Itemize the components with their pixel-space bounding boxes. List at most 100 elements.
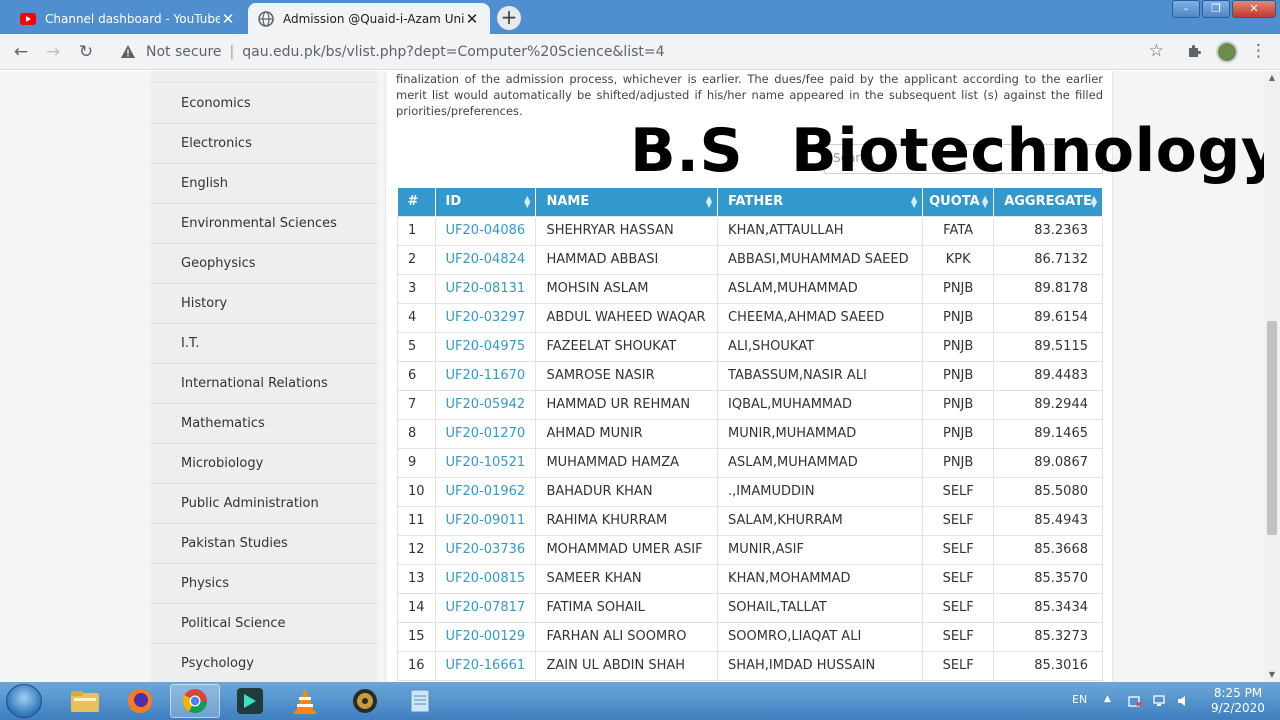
- applicant-id-link[interactable]: UF20-04086: [446, 223, 526, 238]
- table-row: 11 UF20-09011 RAHIMA KHURRAM SALAM,KHURRAM S…: [397, 505, 1103, 536]
- applicant-id-link[interactable]: UF20-00815: [446, 571, 526, 586]
- column-header-father[interactable]: FATHER ▲ ▼: [717, 188, 924, 216]
- applicant-id-link[interactable]: UF20-01962: [446, 484, 526, 499]
- applicant-id-link[interactable]: UF20-10521: [446, 455, 526, 470]
- column-header-id[interactable]: ID ▲ ▼: [435, 188, 537, 216]
- applicant-id-link[interactable]: UF20-04975: [446, 339, 526, 354]
- applicant-id-link[interactable]: UF20-03297: [446, 310, 526, 325]
- vlc-icon[interactable]: [280, 684, 330, 718]
- cell-quota: FATA: [922, 215, 995, 246]
- scroll-up-arrow-icon[interactable]: ▲: [1264, 71, 1280, 85]
- page-viewport: Economics Electronics English Environmen…: [0, 71, 1264, 682]
- tab-admission[interactable]: Admission @Quaid-i-Azam University ✕: [248, 3, 490, 34]
- cell-quota: SELF: [922, 534, 995, 565]
- header-label: QUOTA: [929, 194, 980, 210]
- warning-icon[interactable]: [120, 44, 136, 60]
- applicant-id-link[interactable]: UF20-00129: [446, 629, 526, 644]
- sidebar-item-physics[interactable]: Physics: [151, 564, 377, 604]
- cell-applicant-id[interactable]: UF20-09011: [434, 505, 537, 536]
- sidebar-item-history[interactable]: History: [151, 284, 377, 324]
- file-explorer-icon[interactable]: [60, 684, 110, 718]
- maximize-button[interactable]: ❐: [1202, 0, 1230, 18]
- browser-menu-icon[interactable]: ⋮: [1250, 41, 1267, 63]
- sidebar-item-psychology[interactable]: Psychology: [151, 644, 377, 682]
- language-indicator[interactable]: EN: [1072, 693, 1087, 706]
- applicant-id-link[interactable]: UF20-07817: [446, 600, 526, 615]
- action-center-icon[interactable]: [1128, 694, 1142, 708]
- column-header-quota[interactable]: QUOTA ▲ ▼: [922, 188, 995, 216]
- sidebar-item-mathematics[interactable]: Mathematics: [151, 404, 377, 444]
- volume-icon[interactable]: [1176, 694, 1190, 708]
- filmora-icon[interactable]: [225, 684, 275, 718]
- cell-row-number: 3: [397, 273, 436, 304]
- cell-applicant-id[interactable]: UF20-07817: [434, 592, 537, 623]
- address-bar[interactable]: Not secure | qau.edu.pk/bs/vlist.php?dep…: [108, 38, 1176, 66]
- column-header-name[interactable]: NAME ▲ ▼: [535, 188, 719, 216]
- cell-applicant-id[interactable]: UF20-01270: [434, 418, 537, 449]
- firefox-icon[interactable]: [115, 684, 165, 718]
- applicant-id-link[interactable]: UF20-05942: [446, 397, 526, 412]
- tab-youtube-studio[interactable]: Channel dashboard - YouTube Studio ✕: [10, 3, 246, 34]
- bookmark-star-icon[interactable]: ☆: [1149, 41, 1164, 61]
- cell-applicant-id[interactable]: UF20-00815: [434, 563, 537, 594]
- applicant-id-link[interactable]: UF20-09011: [446, 513, 526, 528]
- browser-tabstrip: Channel dashboard - YouTube Studio ✕ Adm…: [0, 0, 1280, 34]
- applicant-id-link[interactable]: UF20-11670: [446, 368, 526, 383]
- chrome-icon[interactable]: [170, 684, 220, 718]
- cell-father-name: KHAN,MOHAMMAD: [717, 563, 924, 594]
- cell-applicant-id[interactable]: UF20-04824: [434, 244, 537, 275]
- reload-icon[interactable]: ↻: [75, 41, 97, 63]
- minimize-button[interactable]: –: [1172, 0, 1200, 18]
- cell-applicant-id[interactable]: UF20-04975: [434, 331, 537, 362]
- applicant-id-link[interactable]: UF20-08131: [446, 281, 526, 296]
- cell-applicant-id[interactable]: UF20-10521: [434, 447, 537, 478]
- scroll-down-arrow-icon[interactable]: ▼: [1264, 668, 1280, 682]
- column-header-aggregate[interactable]: AGGREGATE ▲ ▼: [993, 188, 1103, 216]
- sidebar-item-economics[interactable]: Economics: [151, 84, 377, 124]
- cell-applicant-id[interactable]: UF20-03297: [434, 302, 537, 333]
- cell-applicant-name: MOHAMMAD UMER ASIF: [535, 534, 719, 565]
- network-icon[interactable]: [1152, 694, 1166, 708]
- scrollbar-thumb[interactable]: [1267, 321, 1277, 535]
- cell-applicant-id[interactable]: UF20-01962: [434, 476, 537, 507]
- taskbar-clock[interactable]: 8:25 PM 9/2/2020: [1208, 686, 1268, 716]
- close-tab-icon[interactable]: ✕: [464, 10, 480, 28]
- back-arrow-icon[interactable]: ←: [10, 41, 32, 63]
- media-app-icon[interactable]: [340, 684, 390, 718]
- sidebar-item-public-administration[interactable]: Public Administration: [151, 484, 377, 524]
- notepad-icon[interactable]: [395, 684, 445, 718]
- new-tab-button[interactable]: +: [497, 6, 521, 30]
- applicant-id-link[interactable]: UF20-01270: [446, 426, 526, 441]
- sidebar-item-it[interactable]: I.T.: [151, 324, 377, 364]
- extensions-puzzle-icon[interactable]: [1186, 43, 1204, 61]
- page-scrollbar[interactable]: ▲ ▼: [1264, 71, 1280, 682]
- close-window-button[interactable]: ✕: [1232, 0, 1276, 18]
- applicant-id-link[interactable]: UF20-16661: [446, 658, 526, 673]
- profile-avatar[interactable]: [1216, 41, 1238, 63]
- start-button[interactable]: [6, 684, 42, 718]
- sidebar-item-pakistan-studies[interactable]: Pakistan Studies: [151, 524, 377, 564]
- applicant-id-link[interactable]: UF20-04824: [446, 252, 526, 267]
- cell-applicant-id[interactable]: UF20-03736: [434, 534, 537, 565]
- sidebar-item-english[interactable]: English: [151, 164, 377, 204]
- cell-quota: PNJB: [922, 360, 995, 391]
- cell-applicant-id[interactable]: UF20-05942: [434, 389, 537, 420]
- show-hidden-icons-icon[interactable]: ▲: [1104, 694, 1118, 708]
- applicant-id-link[interactable]: UF20-03736: [446, 542, 526, 557]
- sidebar-item-environmental-sciences[interactable]: Environmental Sciences: [151, 204, 377, 244]
- sidebar-item-electronics[interactable]: Electronics: [151, 124, 377, 164]
- cell-father-name: ABBASI,MUHAMMAD SAEED: [717, 244, 924, 275]
- cell-applicant-id[interactable]: UF20-16661: [434, 650, 537, 681]
- close-tab-icon[interactable]: ✕: [220, 10, 236, 28]
- column-header-number[interactable]: #: [397, 188, 436, 216]
- sidebar-item-political-science[interactable]: Political Science: [151, 604, 377, 644]
- sidebar-item-microbiology[interactable]: Microbiology: [151, 444, 377, 484]
- cell-applicant-id[interactable]: UF20-04086: [434, 215, 537, 246]
- forward-arrow-icon[interactable]: →: [42, 41, 64, 63]
- sidebar-item-international-relations[interactable]: International Relations: [151, 364, 377, 404]
- cell-applicant-id[interactable]: UF20-08131: [434, 273, 537, 304]
- cell-applicant-id[interactable]: UF20-00129: [434, 621, 537, 652]
- header-label: ID: [445, 194, 462, 210]
- cell-applicant-id[interactable]: UF20-11670: [434, 360, 537, 391]
- sidebar-item-geophysics[interactable]: Geophysics: [151, 244, 377, 284]
